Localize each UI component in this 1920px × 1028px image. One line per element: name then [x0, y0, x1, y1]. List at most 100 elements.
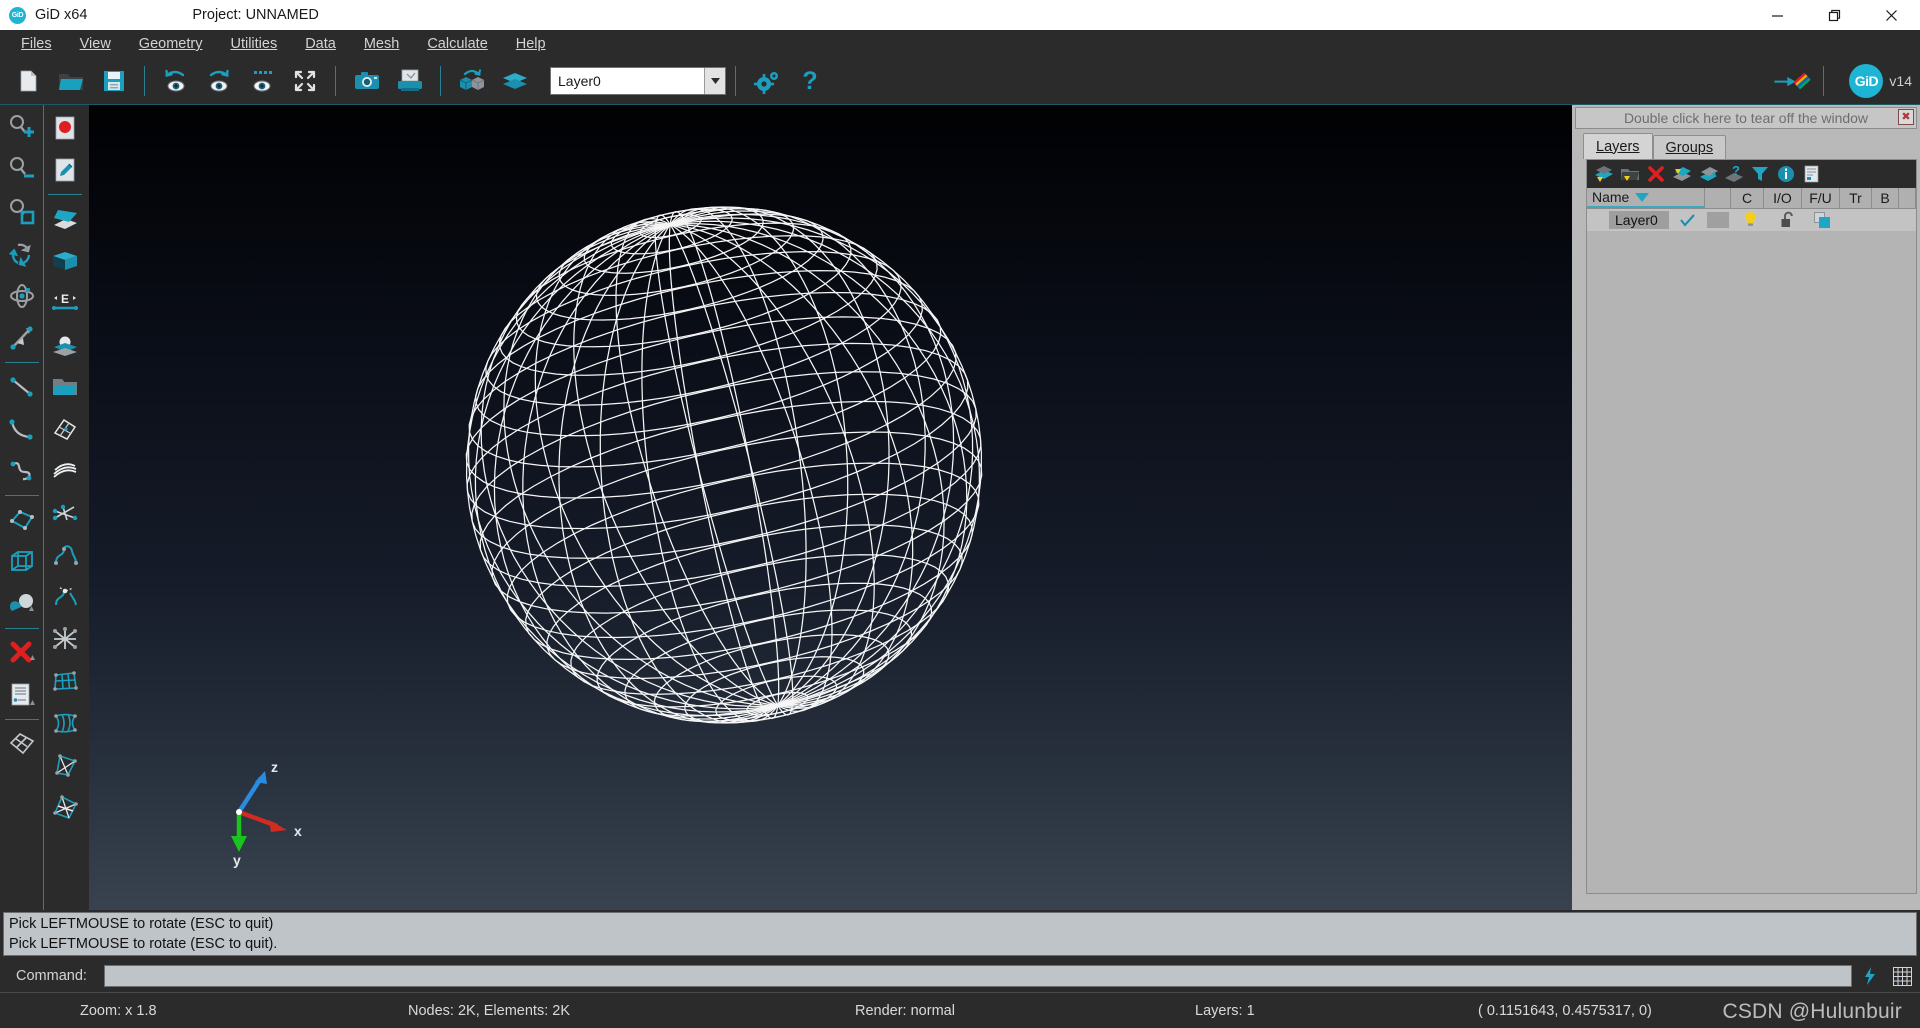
rotate-trackball-icon[interactable]	[2, 233, 42, 275]
send-to-layer-icon[interactable]	[1669, 161, 1695, 187]
zoom-out-icon[interactable]	[2, 149, 42, 191]
tear-off-bar[interactable]: Double click here to tear off the window…	[1575, 107, 1917, 129]
toolbar-separator	[48, 194, 82, 195]
mesh-lines-icon[interactable]	[45, 492, 85, 534]
undo-view-icon[interactable]	[155, 61, 196, 102]
tab-layers[interactable]: Layers	[1583, 133, 1653, 159]
layer-dropdown[interactable]: Layer0	[550, 67, 726, 95]
record-red-icon[interactable]	[45, 107, 85, 149]
column-header-c[interactable]: C	[1731, 188, 1764, 208]
checkmark-icon[interactable]	[1669, 213, 1705, 227]
layer-help-icon[interactable]: ?	[1721, 161, 1747, 187]
object-primitives-icon[interactable]	[2, 583, 42, 625]
pan-icon[interactable]	[2, 317, 42, 359]
layers-open-icon[interactable]	[45, 198, 85, 240]
open-folder-teal-icon[interactable]	[45, 366, 85, 408]
message-line: Pick LEFTMOUSE to rotate (ESC to quit).	[9, 936, 278, 952]
zoom-fit-icon[interactable]	[284, 61, 325, 102]
save-icon[interactable]	[93, 61, 134, 102]
new-layer-group-icon[interactable]	[1617, 161, 1643, 187]
node-star-icon[interactable]	[45, 618, 85, 660]
layer-color-swatch[interactable]	[1705, 212, 1731, 228]
chevron-down-icon[interactable]	[704, 68, 725, 94]
tab-groups[interactable]: Groups	[1652, 135, 1727, 159]
column-header-name[interactable]: Name	[1587, 188, 1705, 208]
zoom-frame-icon[interactable]	[241, 61, 282, 102]
layer-name[interactable]: Layer0	[1609, 211, 1669, 229]
screenshot-camera-icon[interactable]	[346, 61, 387, 102]
close-icon[interactable]: ✖	[1898, 109, 1914, 125]
column-header-fu[interactable]: F/U	[1802, 188, 1840, 208]
arc-icon[interactable]	[2, 408, 42, 450]
command-input[interactable]	[104, 965, 1852, 987]
element-scale-icon[interactable]: E	[45, 282, 85, 324]
minimize-button[interactable]	[1749, 0, 1806, 30]
column-header-b[interactable]: B	[1872, 188, 1899, 208]
list-entities-icon[interactable]	[2, 674, 42, 716]
volume-mesh-icon[interactable]	[45, 744, 85, 786]
unlocked-padlock-icon[interactable]	[1769, 211, 1807, 229]
render-arrow-icon[interactable]	[1772, 61, 1813, 102]
menu-geometry[interactable]: Geometry	[125, 33, 217, 55]
volume-box-icon[interactable]	[45, 240, 85, 282]
table-row[interactable]: Layer0	[1587, 209, 1916, 231]
menu-mesh-label: Mesh	[363, 36, 400, 52]
gear-icon[interactable]	[746, 61, 787, 102]
menu-calculate[interactable]: Calculate	[413, 33, 501, 55]
axis-triad: z x y	[231, 760, 302, 868]
dotted-curve-icon[interactable]	[45, 576, 85, 618]
delete-x-icon[interactable]	[2, 632, 42, 674]
menu-data[interactable]: Data	[291, 33, 350, 55]
maximize-button[interactable]	[1806, 0, 1863, 30]
zoom-in-icon[interactable]	[2, 107, 42, 149]
surface-quad-icon[interactable]	[2, 499, 42, 541]
delete-layer-icon[interactable]	[1643, 161, 1669, 187]
layers-column-header: Name C I/O F/U Tr B	[1587, 188, 1916, 209]
zoom-window-icon[interactable]	[2, 191, 42, 233]
filter-icon[interactable]	[1747, 161, 1773, 187]
mesh-surface-icon[interactable]	[45, 408, 85, 450]
layer-report-icon[interactable]	[1799, 161, 1825, 187]
3d-viewport[interactable]: z x y	[89, 105, 1572, 910]
rotate-objects-icon[interactable]	[451, 61, 492, 102]
layers-icon[interactable]	[494, 61, 535, 102]
layer-to-use-icon[interactable]	[1695, 161, 1721, 187]
title-bar: GiD GiD x64 Project: UNNAMED	[0, 0, 1920, 30]
new-layer-icon[interactable]	[1591, 161, 1617, 187]
question-mark-icon[interactable]: ?	[789, 61, 830, 102]
rotate-object-icon[interactable]	[2, 275, 42, 317]
layer-info-icon[interactable]	[1773, 161, 1799, 187]
lightning-bolt-icon[interactable]	[1856, 963, 1884, 989]
menu-view[interactable]: View	[66, 33, 125, 55]
grid-icon[interactable]	[1888, 963, 1916, 989]
menu-help[interactable]: Help	[502, 33, 560, 55]
structured-mesh-icon[interactable]	[45, 660, 85, 702]
open-folder-icon[interactable]	[50, 61, 91, 102]
close-button[interactable]	[1863, 0, 1920, 30]
print-icon[interactable]	[389, 61, 430, 102]
curve-mesh-icon[interactable]	[45, 534, 85, 576]
line-icon[interactable]	[2, 366, 42, 408]
nurbs-curve-icon[interactable]	[2, 450, 42, 492]
left-toolbar-column-2: E	[43, 105, 86, 910]
edit-pencil-icon[interactable]	[45, 149, 85, 191]
mesh-cut-icon[interactable]	[45, 786, 85, 828]
menu-files[interactable]: Files	[7, 33, 66, 55]
mesh-quad-icon[interactable]	[2, 723, 42, 765]
layers-panel: Double click here to tear off the window…	[1572, 105, 1920, 910]
transparency-squares-icon[interactable]	[1807, 211, 1839, 229]
mesh-layers-icon[interactable]	[45, 450, 85, 492]
main-toolbar: Layer0 ? GiD v14	[0, 58, 1920, 105]
tab-groups-label: Groups	[1665, 139, 1714, 156]
toolbar-separator	[4, 719, 39, 720]
menu-utilities[interactable]: Utilities	[216, 33, 291, 55]
redo-view-icon[interactable]	[198, 61, 239, 102]
column-header-tr[interactable]: Tr	[1840, 188, 1872, 208]
column-header-io[interactable]: I/O	[1764, 188, 1802, 208]
lightbulb-on-icon[interactable]	[1731, 211, 1769, 229]
surface-mesh-icon[interactable]	[45, 702, 85, 744]
volume-cube-icon[interactable]	[2, 541, 42, 583]
menu-mesh[interactable]: Mesh	[350, 33, 413, 55]
object-on-plane-icon[interactable]	[45, 324, 85, 366]
new-file-icon[interactable]	[7, 61, 48, 102]
